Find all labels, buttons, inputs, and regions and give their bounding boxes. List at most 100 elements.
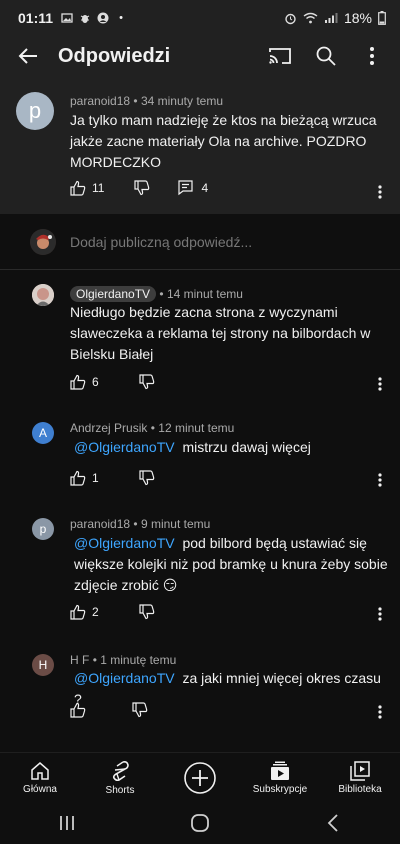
- comment-author[interactable]: Andrzej Prusik: [70, 421, 147, 435]
- comment-menu-button[interactable]: [372, 376, 388, 392]
- reply-input[interactable]: Dodaj publiczną odpowiedź...: [70, 234, 252, 250]
- reply-comment: H H F • 1 minutę temu @OlgierdanoTV za j…: [0, 642, 400, 742]
- nav-label: Główna: [23, 783, 57, 795]
- reply-comment: p paranoid18 • 9 minut temu @OlgierdanoT…: [0, 506, 400, 636]
- battery-icon: [378, 11, 386, 25]
- nav-shorts[interactable]: Shorts: [80, 753, 160, 802]
- more-options-button[interactable]: [352, 36, 392, 76]
- home-system-button[interactable]: [180, 803, 220, 843]
- comment-meta: paranoid18 • 34 minuty temu: [70, 94, 223, 108]
- mention-link[interactable]: @OlgierdanoTV: [74, 535, 175, 551]
- thumb-down-icon[interactable]: [139, 604, 155, 620]
- reply-comments-icon[interactable]: [178, 180, 194, 196]
- comment-text: @OlgierdanoTV pod bilbord będą ustawiać …: [74, 535, 388, 593]
- comment-actions: 6: [70, 374, 155, 390]
- thumb-down-icon[interactable]: [132, 702, 148, 718]
- thumb-up-icon[interactable]: [70, 180, 86, 196]
- thumb-up-icon[interactable]: [70, 470, 86, 486]
- nav-create[interactable]: [160, 753, 240, 802]
- user-avatar: [30, 228, 56, 255]
- subscriptions-icon: [271, 761, 289, 780]
- page-title: Odpowiedzi: [58, 44, 171, 67]
- home-icon: [31, 761, 49, 780]
- comment-time: 12 minut temu: [158, 421, 235, 435]
- reply-count: 4: [201, 181, 209, 195]
- comment-menu-button[interactable]: [372, 472, 388, 488]
- nav-label: Shorts: [105, 784, 135, 796]
- nav-subscriptions[interactable]: Subskrypcje: [240, 753, 320, 802]
- dot-icon: •: [119, 12, 123, 24]
- cast-icon: [269, 48, 291, 64]
- avatar-letter: A: [38, 426, 47, 440]
- shorts-icon: [112, 760, 129, 781]
- avatar[interactable]: [32, 284, 54, 306]
- thumb-up-icon[interactable]: [70, 604, 86, 620]
- comment-time: 1 minutę temu: [100, 653, 177, 667]
- recent-apps-button[interactable]: [47, 803, 87, 843]
- avatar[interactable]: p: [32, 518, 54, 540]
- reply-input-row[interactable]: Dodaj publiczną odpowiedź...: [0, 214, 400, 270]
- avatar-letter: H: [38, 658, 48, 672]
- home-circle-icon: [191, 814, 209, 832]
- comment-meta: H F • 1 minutę temu: [70, 653, 177, 667]
- status-notification-icons: •: [61, 12, 127, 24]
- search-icon: [316, 46, 336, 66]
- account-notification-icon: [97, 12, 109, 24]
- alarm-icon: [285, 13, 296, 24]
- comment-time: 9 minut temu: [140, 517, 211, 531]
- status-time: 01:11: [18, 10, 54, 26]
- avatar-letter: p: [28, 98, 42, 123]
- chevron-left-icon: [328, 814, 338, 832]
- comment-text: @OlgierdanoTV mistrzu dawaj więcej: [74, 439, 311, 455]
- comment-menu-button[interactable]: [372, 184, 388, 200]
- thumb-down-icon[interactable]: [134, 180, 150, 196]
- thumb-up-icon[interactable]: [70, 702, 86, 718]
- comment-time: 34 minuty temu: [140, 94, 223, 108]
- kebab-menu-icon: [378, 473, 382, 487]
- comment-menu-button[interactable]: [372, 606, 388, 622]
- search-button[interactable]: [306, 36, 346, 76]
- channel-owner-chip[interactable]: OlgierdanoTV: [70, 286, 157, 302]
- nav-label: Biblioteka: [338, 783, 382, 795]
- kebab-menu-icon: [370, 47, 374, 65]
- mention-link[interactable]: @OlgierdanoTV: [74, 670, 175, 686]
- avatar[interactable]: p: [16, 92, 54, 130]
- app-bar: Odpowiedzi: [0, 36, 400, 76]
- back-system-button[interactable]: [313, 803, 353, 843]
- reply-comment: OlgierdanoTV • 14 minut temu Niedługo bę…: [0, 270, 400, 400]
- kebab-menu-icon: [378, 705, 382, 719]
- like-count: 6: [92, 375, 99, 389]
- comment-meta: paranoid18 • 9 minut temu: [70, 517, 211, 531]
- comment-author[interactable]: paranoid18: [70, 517, 130, 531]
- comment-actions: 2: [70, 604, 155, 620]
- comment-author[interactable]: H F: [70, 653, 89, 667]
- avatar[interactable]: A: [32, 422, 54, 444]
- comment-time: 14 minut temu: [166, 287, 243, 301]
- bug-notification-icon: [80, 15, 90, 23]
- system-navigation-bar: [0, 802, 400, 844]
- thumb-down-icon[interactable]: [139, 374, 155, 390]
- comment-text: Niedługo będzie zacna strona z wyczynami…: [70, 304, 371, 362]
- comment-actions: [70, 702, 148, 718]
- cast-button[interactable]: [260, 36, 300, 76]
- back-button[interactable]: [0, 36, 56, 76]
- battery-percent: 18%: [343, 10, 372, 26]
- comment-actions: 1: [70, 470, 155, 486]
- status-bar: 01:11 • 18%: [0, 0, 400, 36]
- thumb-down-icon[interactable]: [139, 470, 155, 486]
- comment-author[interactable]: paranoid18: [70, 94, 130, 108]
- thumb-up-icon[interactable]: [70, 374, 86, 390]
- avatar-letter: p: [39, 522, 47, 536]
- signal-icon: [324, 13, 338, 23]
- comment-actions: 11 4: [70, 180, 208, 196]
- nav-label: Subskrypcje: [252, 783, 308, 795]
- kebab-menu-icon: [378, 185, 382, 199]
- nav-home[interactable]: Główna: [0, 753, 80, 802]
- mention-link[interactable]: @OlgierdanoTV: [74, 439, 175, 455]
- nav-library[interactable]: Biblioteka: [320, 753, 400, 802]
- bottom-navigation: Główna Shorts Subskrypcje Biblioteka: [0, 752, 400, 802]
- avatar[interactable]: H: [32, 654, 54, 676]
- comment-menu-button[interactable]: [372, 704, 388, 720]
- reply-comment: A Andrzej Prusik • 12 minut temu @Olgier…: [0, 410, 400, 510]
- library-icon: [350, 760, 370, 781]
